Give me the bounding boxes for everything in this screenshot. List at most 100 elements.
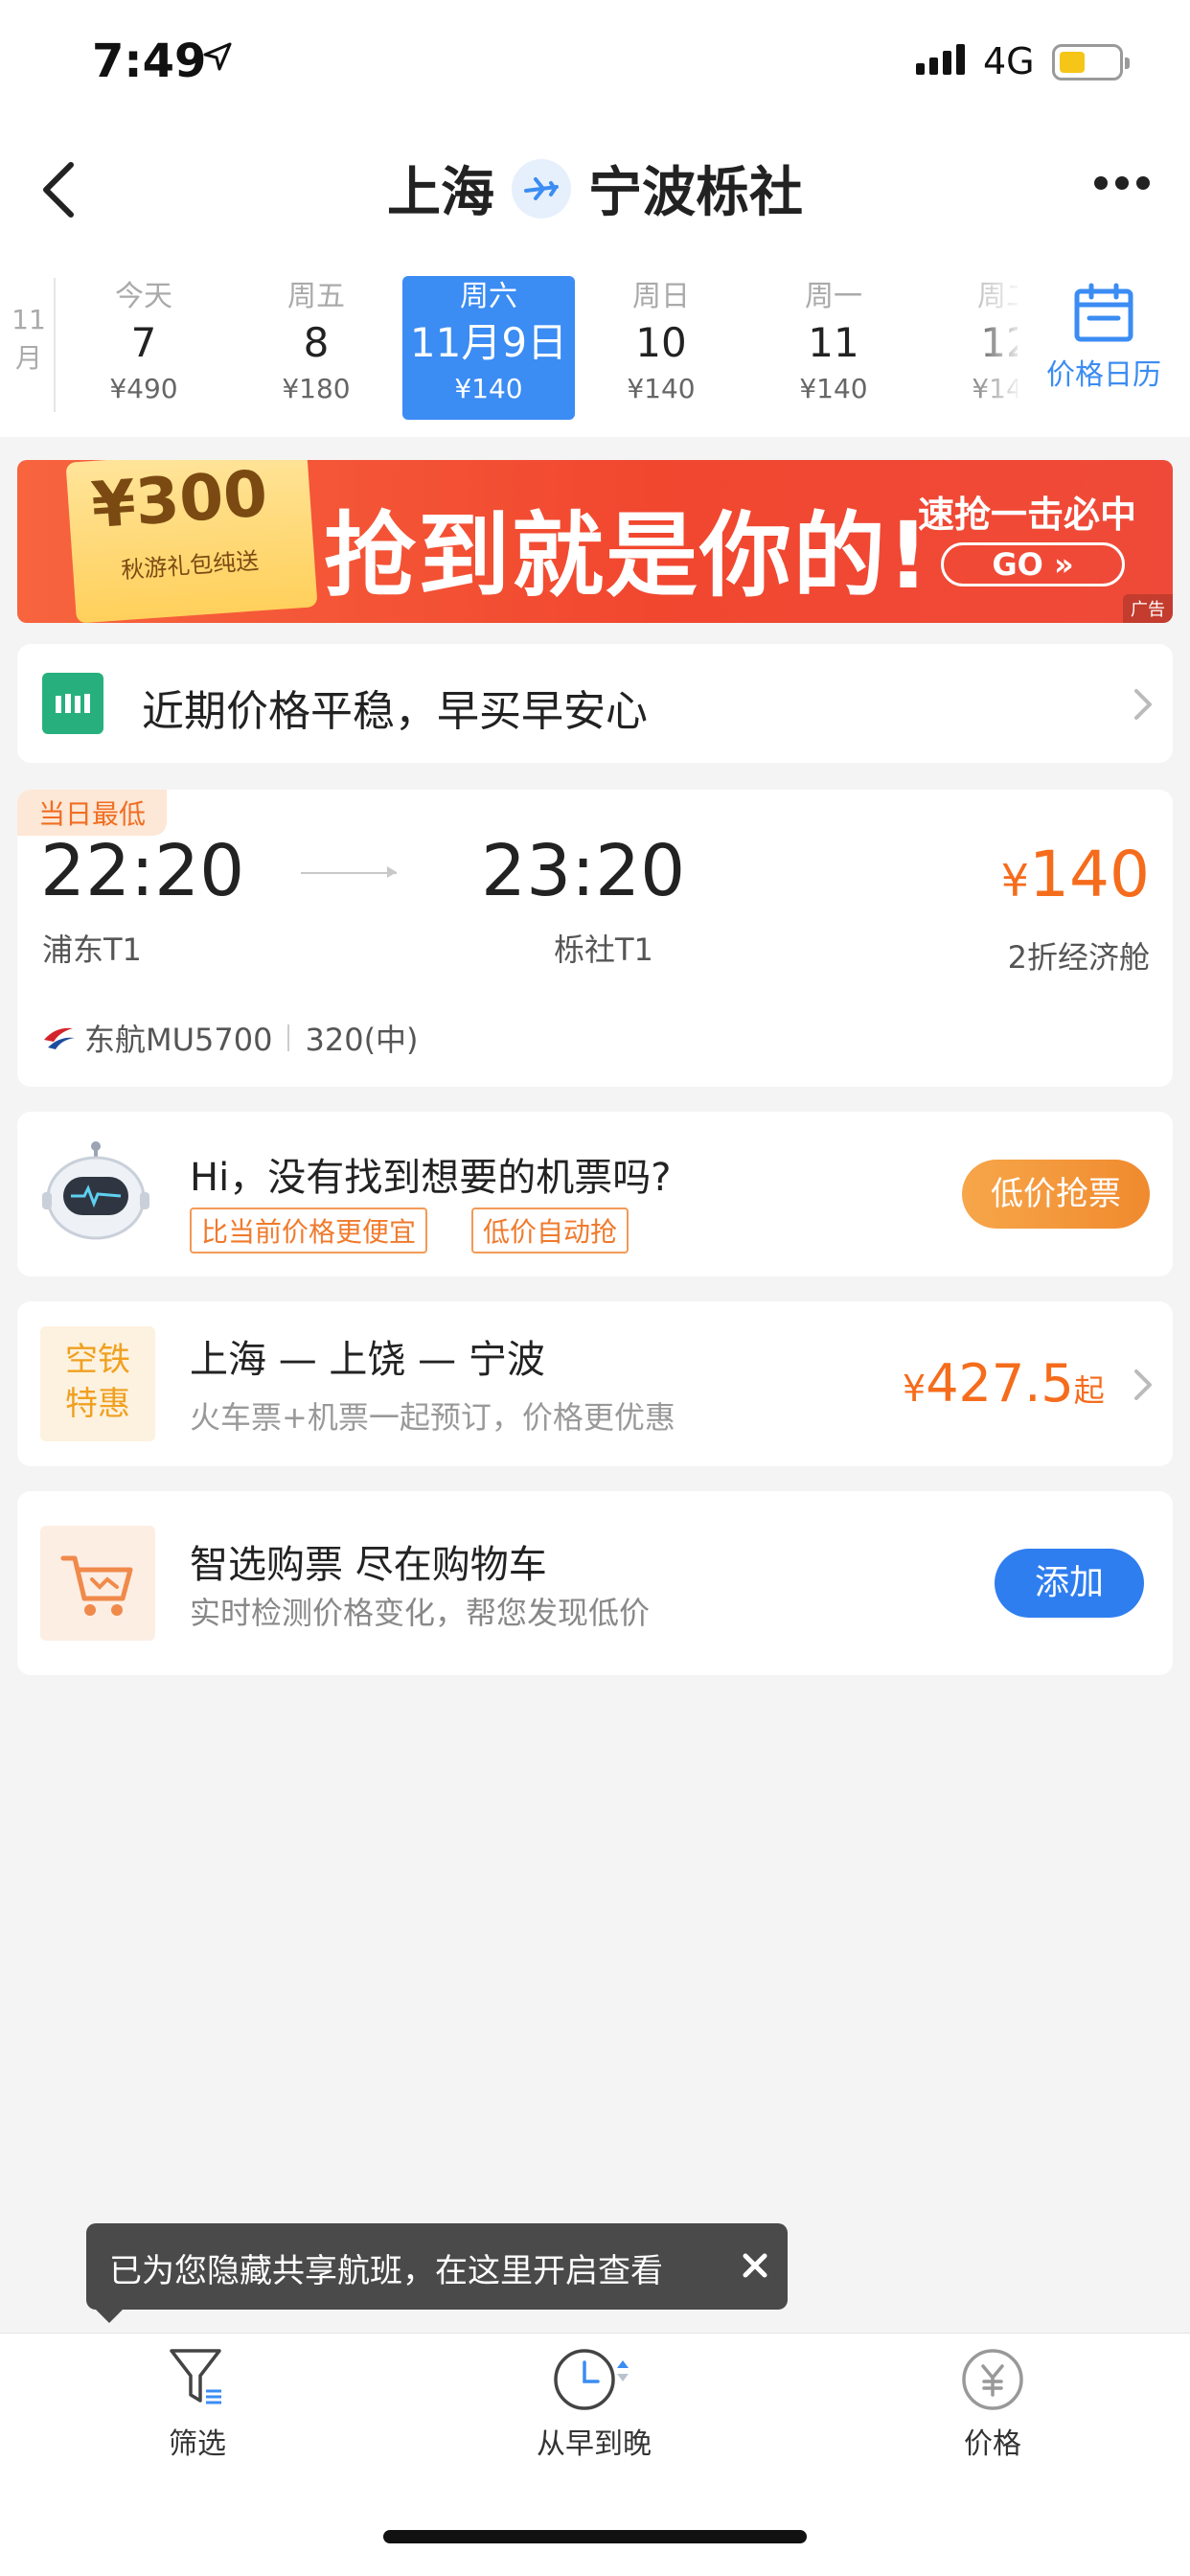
strip-divider	[54, 278, 56, 412]
badge-line: 特惠	[65, 1385, 130, 1423]
ad-tag: 广告	[1123, 594, 1173, 623]
date-item[interactable]: 周一 11 ¥140	[747, 276, 920, 420]
banner-headline: 抢到就是你的!	[324, 502, 931, 610]
rail-route: 上海 — 上饶 — 宁波	[190, 1338, 545, 1382]
strip-fade	[958, 259, 1025, 437]
banner-go-button[interactable]: GO »	[941, 542, 1125, 586]
month-label: 11月	[11, 304, 46, 374]
location-arrow-icon	[203, 42, 232, 71]
date-item-selected[interactable]: 周六 11月9日 ¥140	[402, 276, 575, 420]
promo-banner[interactable]: ¥300 秋游礼包纯送 抢到就是你的! 速抢一击必中 GO » 广告	[17, 460, 1173, 623]
status-time: 7:49	[92, 34, 207, 88]
rail-description: 火车票+机票一起预订，价格更优惠	[190, 1399, 675, 1436]
tab-filter[interactable]: 筛选	[82, 2343, 312, 2462]
chevron-right-icon	[1134, 1369, 1152, 1400]
shared-flight-toast[interactable]: 已为您隐藏共享航班，在这里开启查看	[86, 2223, 788, 2310]
divider	[287, 1024, 290, 1051]
assistant-tag: 比当前价格更便宜	[190, 1208, 428, 1254]
cabin-class: 2折经济舱	[1007, 939, 1150, 976]
date-dow: 周一	[805, 280, 862, 313]
smart-cart-card: 智选购票 尽在购物车 实时检测价格变化，帮您发现低价 添加	[17, 1491, 1173, 1675]
coupon-amount: ¥300	[88, 460, 270, 543]
badge-line: 空铁	[65, 1341, 130, 1379]
departure-airport: 浦东T1	[42, 932, 142, 968]
tab-label: 从早到晚	[537, 2427, 652, 2461]
rail-price-value: 427.5	[926, 1353, 1074, 1414]
departure-time: 22:20	[40, 830, 245, 912]
date-dow: 今天	[115, 280, 172, 313]
bar-chart-icon	[42, 673, 103, 734]
date-day: 7	[130, 319, 157, 366]
shopping-cart-icon	[60, 1555, 133, 1616]
chevron-right-icon	[1134, 689, 1152, 720]
assistant-tag: 低价自动抢	[471, 1208, 629, 1254]
rail-price: ¥427.5起	[903, 1353, 1105, 1414]
banner-slogan: 速抢一击必中	[918, 494, 1137, 536]
aircraft-type: 320(中)	[305, 1022, 419, 1058]
calendar-icon	[1074, 283, 1133, 342]
date-price: ¥490	[109, 373, 178, 404]
date-price: ¥140	[799, 373, 868, 404]
arrival-time: 23:20	[481, 830, 686, 912]
nav-bar: 上海 宁波栎社	[0, 125, 1190, 259]
cart-icon-box	[40, 1526, 155, 1641]
date-strip: 11月 今天 7 ¥490 周五 8 ¥180 周六 11月9日 ¥140 周日…	[0, 259, 1190, 437]
date-price: ¥140	[627, 373, 696, 404]
coupon-graphic: ¥300 秋游礼包纯送	[65, 460, 318, 623]
arrival-airport: 栎社T1	[554, 932, 653, 968]
date-price: ¥140	[454, 373, 523, 404]
clock-sort-icon	[554, 2349, 629, 2410]
route-title: 上海 宁波栎社	[0, 150, 1190, 227]
robot-icon	[42, 1141, 149, 1240]
status-bar: 7:49 4G	[0, 0, 1190, 125]
flight-arrow	[301, 866, 397, 878]
plane-icon	[512, 158, 571, 218]
airline-flight-number: 东航MU5700	[84, 1022, 273, 1058]
date-day: 11	[808, 319, 859, 366]
destination-city: 宁波栎社	[588, 162, 803, 224]
flight-price: ¥140	[1001, 838, 1150, 911]
date-item[interactable]: 周五 8 ¥180	[230, 276, 402, 420]
add-to-cart-button[interactable]: 添加	[995, 1549, 1144, 1618]
date-item[interactable]: 周日 10 ¥140	[575, 276, 747, 420]
assistant-title: Hi，没有找到想要的机票吗?	[190, 1156, 672, 1200]
price-trend-card[interactable]: 近期价格平稳，早买早安心	[17, 644, 1173, 763]
currency-symbol: ¥	[1000, 855, 1030, 907]
network-type: 4G	[983, 40, 1035, 82]
tab-label: 筛选	[169, 2427, 226, 2461]
price-calendar-button[interactable]: 价格日历	[1018, 259, 1190, 437]
coupon-sub: 秋游礼包纯送	[120, 547, 261, 585]
price-suffix: 起	[1073, 1372, 1105, 1409]
cart-title: 智选购票 尽在购物车	[190, 1543, 547, 1587]
home-indicator	[383, 2530, 807, 2543]
tab-sort-time[interactable]: 从早到晚	[479, 2343, 709, 2462]
rail-air-badge: 空铁 特惠	[40, 1326, 155, 1441]
date-day: 11月9日	[409, 319, 568, 366]
origin-city: 上海	[387, 162, 494, 224]
filter-icon	[170, 2349, 221, 2404]
yen-coin-icon	[962, 2349, 1023, 2410]
tab-label: 价格	[964, 2427, 1021, 2461]
airline-info: 东航MU5700 320(中)	[40, 1016, 419, 1060]
airline-logo-icon	[44, 1027, 75, 1049]
currency-symbol: ¥	[903, 1368, 927, 1410]
cart-description: 实时检测价格变化，帮您发现低价	[190, 1595, 651, 1631]
close-icon[interactable]	[734, 2244, 776, 2287]
signal-icon	[916, 44, 965, 75]
date-price: ¥180	[282, 373, 351, 404]
flight-card[interactable]: 当日最低 22:20 23:20 浦东T1 栎社T1 ¥140 2折经济舱 东航…	[17, 790, 1173, 1087]
low-price-assistant-card: Hi，没有找到想要的机票吗? 比当前价格更便宜 低价自动抢 低价抢票	[17, 1112, 1173, 1276]
date-item[interactable]: 今天 7 ¥490	[57, 276, 230, 420]
price-trend-text: 近期价格平稳，早买早安心	[142, 687, 648, 736]
toast-text: 已为您隐藏共享航班，在这里开启查看	[109, 2252, 663, 2290]
rail-air-combo-card[interactable]: 空铁 特惠 上海 — 上饶 — 宁波 火车票+机票一起预订，价格更优惠 ¥427…	[17, 1301, 1173, 1466]
date-day: 10	[635, 319, 687, 366]
date-day: 8	[303, 319, 330, 366]
battery-icon	[1052, 44, 1130, 80]
low-price-grab-button[interactable]: 低价抢票	[962, 1160, 1150, 1229]
tab-price[interactable]: 价格	[878, 2343, 1108, 2462]
more-icon[interactable]	[1094, 176, 1150, 190]
toast-pointer	[94, 2308, 125, 2323]
date-dow: 周五	[287, 280, 345, 313]
price-calendar-label: 价格日历	[1046, 358, 1161, 392]
